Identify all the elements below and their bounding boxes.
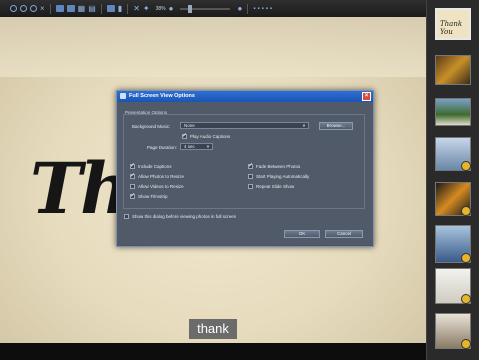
show-dialog-before-label: Show this dialog before viewing photos i… xyxy=(132,214,237,219)
zoom-slider[interactable] xyxy=(180,4,231,13)
next-icon[interactable] xyxy=(30,5,37,12)
repeat-slide-show-label: Repeat Slide Show xyxy=(256,184,295,189)
zoom-slider-knob[interactable] xyxy=(188,4,193,13)
audio-badge-icon xyxy=(461,161,471,171)
background-music-label: Background Music: xyxy=(132,124,171,129)
side-by-side-icon[interactable] xyxy=(66,5,75,12)
chevron-down-icon: ▼ xyxy=(206,144,210,149)
close-icon[interactable]: × xyxy=(362,92,371,101)
play-audio-captions-checkbox[interactable] xyxy=(182,132,187,139)
background-music-select[interactable]: None ▼ xyxy=(180,122,309,129)
allow-photos-resize-label: Allow Photos to Resize xyxy=(138,174,185,179)
filmstrip-thumb[interactable]: Thank You xyxy=(435,8,471,40)
cancel-button[interactable]: Cancel xyxy=(325,230,363,238)
filmstrip-thumb[interactable] xyxy=(435,313,471,349)
show-filmstrip-checkbox[interactable] xyxy=(130,192,135,199)
toolbar-separator xyxy=(49,3,51,14)
zoom-in-icon[interactable]: ● xyxy=(237,4,242,13)
quick-edit-icon[interactable]: ▦ xyxy=(78,4,86,13)
start-playing-auto-checkbox[interactable] xyxy=(248,174,253,179)
filmstrip-thumb[interactable] xyxy=(435,55,471,85)
filmstrip-icon[interactable] xyxy=(106,5,115,12)
viewer-toolbar: × ▦ ▤ ▮ ✕ ✦ 38% ● ● ▪▪▪▪▪ xyxy=(0,0,426,17)
page-duration-select[interactable]: 4 sec ▼ xyxy=(180,143,213,150)
thumb-caption: Thank You xyxy=(440,20,463,36)
bottom-bar xyxy=(0,343,426,360)
page-duration-label: Page Duration: xyxy=(147,145,178,150)
organize-icon[interactable]: ▤ xyxy=(88,4,96,13)
dialog-body: Presentation Options Background Music: N… xyxy=(117,102,373,245)
fade-between-photos-checkbox[interactable] xyxy=(248,162,253,169)
include-captions-checkbox[interactable] xyxy=(130,162,135,169)
app-icon xyxy=(120,93,126,99)
play-audio-captions-label: Play Audio Captions xyxy=(190,134,231,139)
photo-caption[interactable]: thank xyxy=(189,319,237,339)
compare-icon[interactable] xyxy=(55,5,64,12)
allow-videos-resize-checkbox[interactable] xyxy=(130,184,135,189)
start-playing-auto-label: Start Playing Automatically xyxy=(256,174,310,179)
view-icon[interactable]: ▮ xyxy=(118,4,122,13)
toolbar-separator xyxy=(127,3,129,14)
include-captions-label: Include Captions xyxy=(138,164,172,169)
background-music-value: None xyxy=(184,123,195,128)
zoom-out-icon[interactable]: ● xyxy=(169,4,174,13)
show-dialog-before-checkbox[interactable] xyxy=(124,214,129,219)
filmstrip-thumb[interactable] xyxy=(435,225,471,263)
zoom-level: 38% xyxy=(155,5,166,12)
audio-badge-icon xyxy=(461,206,471,216)
filmstrip-thumb[interactable] xyxy=(435,98,471,126)
show-filmstrip-label: Show Filmstrip xyxy=(138,194,168,199)
filmstrip-thumb[interactable] xyxy=(435,137,471,171)
chevron-down-icon: ▼ xyxy=(302,123,306,128)
filmstrip[interactable]: Thank You xyxy=(426,0,479,360)
rotate-icon[interactable]: ✦ xyxy=(143,4,150,13)
previous-icon[interactable] xyxy=(10,5,17,12)
repeat-slide-show-checkbox[interactable] xyxy=(248,184,253,189)
audio-badge-icon xyxy=(461,253,471,263)
ok-button[interactable]: OK xyxy=(284,230,320,238)
full-screen-options-dialog: Full Screen View Options × Presentation … xyxy=(116,90,374,247)
filmstrip-thumb[interactable] xyxy=(435,182,471,216)
page-duration-value: 4 sec xyxy=(184,144,195,149)
more-tools-icon[interactable]: ▪▪▪▪▪ xyxy=(253,6,274,12)
dialog-title: Full Screen View Options xyxy=(129,93,195,99)
dialog-title-bar: Full Screen View Options × xyxy=(117,91,373,102)
allow-videos-resize-label: Allow Videos to Resize xyxy=(138,184,184,189)
sync-icon[interactable]: ✕ xyxy=(133,4,140,13)
photo-script-left: Th xyxy=(30,147,131,230)
photo-paper-fold xyxy=(0,17,426,77)
toolbar-separator xyxy=(247,3,249,14)
filmstrip-thumb[interactable] xyxy=(435,268,471,304)
toolbar-separator xyxy=(100,3,102,14)
allow-photos-resize-checkbox[interactable] xyxy=(130,172,135,179)
audio-badge-icon xyxy=(461,294,471,304)
browse-button[interactable]: Browse... xyxy=(319,122,353,130)
audio-badge-icon xyxy=(461,339,471,349)
close-icon[interactable]: × xyxy=(40,4,45,13)
play-icon[interactable] xyxy=(20,5,27,12)
fade-between-photos-label: Fade Between Photos xyxy=(256,164,301,169)
